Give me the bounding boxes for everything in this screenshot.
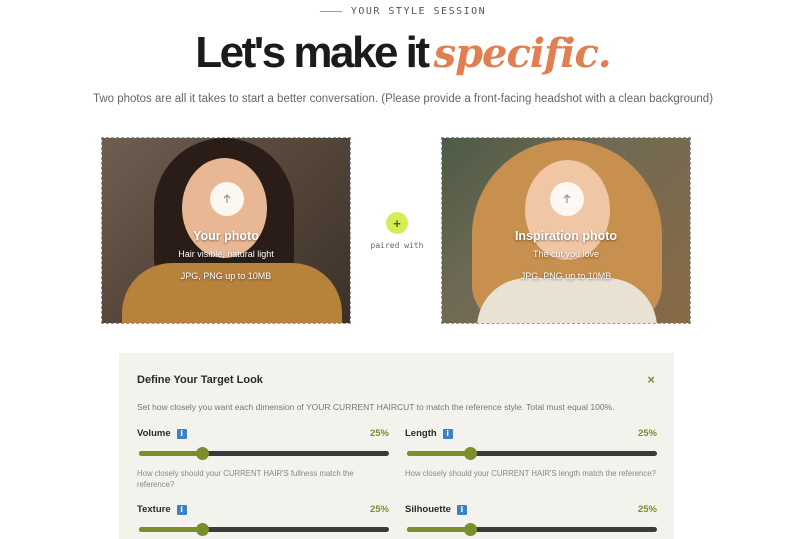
dimension-percent: 25% bbox=[637, 504, 657, 515]
dimension-percent: 25% bbox=[369, 428, 389, 439]
upload-icon[interactable] bbox=[210, 182, 244, 216]
dimension-name: Length bbox=[405, 428, 437, 439]
dimension-name: Volume bbox=[137, 428, 171, 439]
texture-slider[interactable] bbox=[139, 523, 389, 536]
inspiration-photo-formats: JPG, PNG up to 10MB bbox=[520, 271, 612, 281]
your-photo-upload[interactable]: Your photo Hair visible, natural light J… bbox=[101, 137, 351, 324]
panel-title: Define Your Target Look bbox=[137, 374, 263, 386]
dimension-hint: How closely should your CURRENT HAIR'S l… bbox=[405, 469, 656, 478]
dimension-percent: 25% bbox=[369, 504, 389, 515]
volume-slider[interactable] bbox=[139, 447, 389, 460]
target-look-panel: Define Your Target Look × Set how closel… bbox=[119, 353, 674, 539]
headline-accent: specific. bbox=[433, 30, 612, 77]
slider-fill bbox=[407, 451, 470, 456]
info-icon[interactable]: i bbox=[176, 428, 187, 439]
slider-thumb[interactable] bbox=[463, 523, 477, 536]
dimension-label: Volume i bbox=[137, 428, 187, 439]
dimension-hint: How closely should your CURRENT HAIR'S f… bbox=[137, 469, 354, 489]
slider-fill bbox=[139, 451, 202, 456]
pair-plus-icon: + bbox=[386, 212, 408, 234]
slider-fill bbox=[139, 527, 202, 532]
photo-shoulders bbox=[477, 278, 657, 323]
your-photo-subtitle: Hair visible, natural light bbox=[178, 249, 274, 259]
your-photo-title: Your photo bbox=[193, 229, 259, 243]
dimension-name: Silhouette bbox=[405, 504, 451, 515]
pair-label: paired with bbox=[370, 241, 424, 250]
slider-thumb[interactable] bbox=[463, 447, 477, 460]
eyebrow-rule bbox=[319, 10, 342, 12]
silhouette-slider[interactable] bbox=[407, 523, 657, 536]
page-subtitle: Two photos are all it takes to start a b… bbox=[92, 93, 714, 105]
panel-description: Set how closely you want each dimension … bbox=[137, 402, 615, 412]
slider-thumb[interactable] bbox=[195, 523, 209, 536]
headline-plain: Let's make it bbox=[195, 28, 430, 77]
eyebrow-text: YOUR STYLE SESSION bbox=[350, 6, 487, 17]
slider-thumb[interactable] bbox=[195, 447, 209, 460]
length-slider[interactable] bbox=[407, 447, 657, 460]
dimension-label: Length i bbox=[405, 428, 453, 439]
dimension-label: Silhouette i bbox=[405, 504, 467, 515]
dimension-label: Texture i bbox=[137, 504, 187, 515]
info-icon[interactable]: i bbox=[442, 428, 453, 439]
slider-fill bbox=[407, 527, 470, 532]
inspiration-photo-subtitle: The cut you love bbox=[532, 249, 600, 259]
close-icon[interactable]: × bbox=[647, 372, 655, 387]
page-title: Let's make it specific. bbox=[0, 28, 806, 78]
eyebrow: YOUR STYLE SESSION bbox=[0, 6, 806, 17]
inspiration-photo-title: Inspiration photo bbox=[514, 229, 618, 243]
upload-icon[interactable] bbox=[550, 182, 584, 216]
your-photo-formats: JPG, PNG up to 10MB bbox=[180, 271, 272, 281]
inspiration-photo-upload[interactable]: Inspiration photo The cut you love JPG, … bbox=[441, 137, 691, 324]
dimension-percent: 25% bbox=[637, 428, 657, 439]
dimension-name: Texture bbox=[137, 504, 171, 515]
info-icon[interactable]: i bbox=[176, 504, 187, 515]
info-icon[interactable]: i bbox=[456, 504, 467, 515]
